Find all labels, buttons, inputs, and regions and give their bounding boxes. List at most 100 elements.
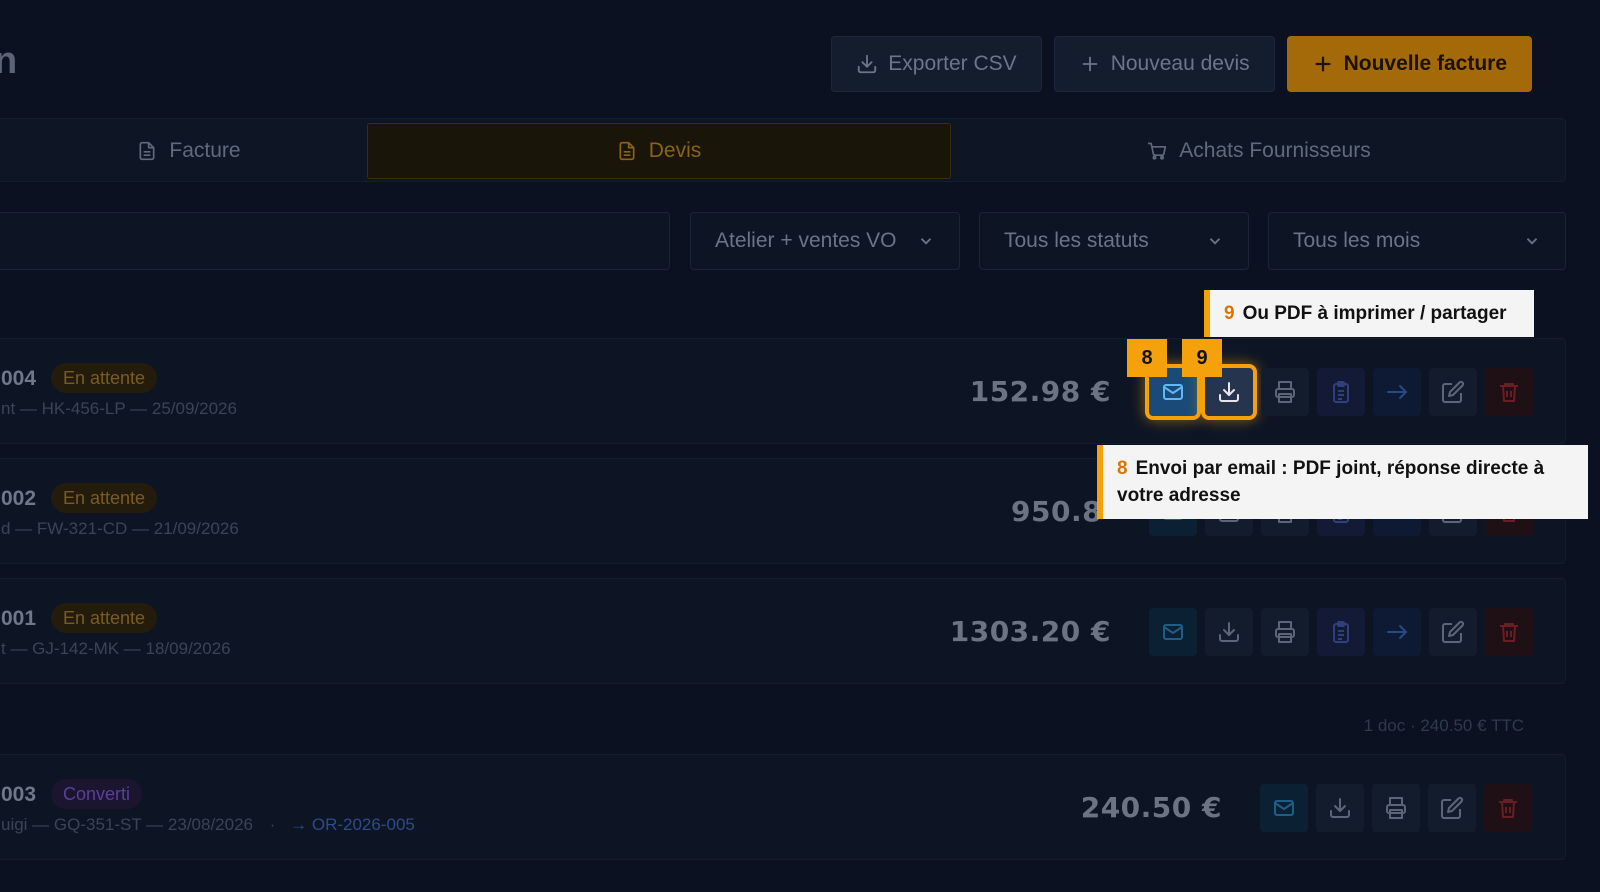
document-icon xyxy=(139,141,155,161)
download-icon xyxy=(1219,622,1239,642)
edit-button[interactable] xyxy=(1429,608,1477,656)
status-badge: En attente xyxy=(51,363,158,393)
delete-button[interactable] xyxy=(1485,608,1533,656)
table-row[interactable]: 001 En attente t — GJ-142-MK — 18/09/202… xyxy=(0,578,1566,684)
quote-details: t — GJ-142-MK — 18/09/2026 xyxy=(1,639,231,658)
status-filter-value: Tous les statuts xyxy=(1004,229,1149,252)
printer-icon xyxy=(1275,381,1295,403)
chevron-down-icon xyxy=(1209,238,1221,245)
plus-icon xyxy=(1082,56,1098,72)
step-marker-8: 8 xyxy=(1127,339,1167,377)
type-filter-select[interactable]: Atelier + ventes VO xyxy=(690,212,960,270)
table-row[interactable]: 004 En attente nt — HK-456-LP — 25/09/20… xyxy=(0,338,1566,444)
download-icon xyxy=(858,54,877,74)
row-actions xyxy=(1149,608,1533,656)
quote-details-text: uigi — GQ-351-ST — 23/08/2026 xyxy=(1,815,253,834)
tab-achats-fournisseurs[interactable]: Achats Fournisseurs xyxy=(959,123,1559,179)
search-input[interactable] xyxy=(0,212,670,270)
print-button[interactable] xyxy=(1261,608,1309,656)
header-actions: Exporter CSV Nouveau devis Nouvelle fact… xyxy=(831,36,1532,92)
convert-to-invoice-button[interactable] xyxy=(1373,608,1421,656)
group-summary: 1 doc · 240.50 € TTC xyxy=(1363,716,1524,735)
clipboard-icon xyxy=(1333,621,1349,643)
status-filter-select[interactable]: Tous les statuts xyxy=(979,212,1249,270)
tab-facture[interactable]: Facture xyxy=(1,123,377,179)
chevron-down-icon xyxy=(1526,238,1538,245)
trash-icon xyxy=(1500,623,1518,642)
new-invoice-button[interactable]: Nouvelle facture xyxy=(1286,36,1532,92)
tab-label: Facture xyxy=(169,139,241,162)
mail-icon xyxy=(1163,624,1183,640)
edit-icon xyxy=(1442,380,1465,403)
status-badge: Converti xyxy=(51,779,143,809)
convert-to-order-button[interactable] xyxy=(1317,608,1365,656)
email-button[interactable] xyxy=(1149,608,1197,656)
document-type-tabs: Facture Devis Achats Fournisseurs xyxy=(0,118,1566,182)
chevron-down-icon xyxy=(920,238,932,245)
export-csv-label: Exporter CSV xyxy=(888,52,1017,75)
download-icon xyxy=(1330,798,1350,818)
cart-icon xyxy=(1148,142,1167,160)
invoices-page: n Exporter CSV Nouveau devis Nouvelle fa… xyxy=(0,0,1600,892)
tab-label: Achats Fournisseurs xyxy=(1179,139,1371,162)
callout-number: 9 xyxy=(1224,303,1235,324)
callout-text: Envoi par email : PDF joint, réponse dir… xyxy=(1117,458,1545,506)
quote-details: nt — HK-456-LP — 25/09/2026 xyxy=(1,399,237,418)
quote-number: 001 xyxy=(1,607,37,630)
quote-details: d — FW-321-CD — 21/09/2026 xyxy=(1,519,239,538)
printer-icon xyxy=(1275,621,1295,643)
status-badge: En attente xyxy=(51,603,158,633)
clipboard-icon xyxy=(1333,381,1349,403)
delete-button[interactable] xyxy=(1485,368,1533,416)
quote-details: uigi — GQ-351-ST — 23/08/2026 · → OR-202… xyxy=(1,815,415,835)
download-pdf-button[interactable] xyxy=(1205,608,1253,656)
step-marker-9: 9 xyxy=(1182,339,1222,377)
order-link[interactable]: → OR-2026-005 xyxy=(290,815,415,834)
month-filter-value: Tous les mois xyxy=(1293,229,1421,252)
mail-icon xyxy=(1163,384,1183,400)
callout-step-8: 8 Envoi par email : PDF joint, réponse di… xyxy=(1097,445,1588,519)
page-title: n xyxy=(0,40,18,82)
status-badge: En attente xyxy=(51,483,158,513)
edit-button[interactable] xyxy=(1428,784,1476,832)
trash-icon xyxy=(1499,799,1517,818)
new-invoice-label: Nouvelle facture xyxy=(1343,52,1507,75)
quote-number: 002 xyxy=(1,487,37,510)
print-button[interactable] xyxy=(1372,784,1420,832)
quote-amount: 1303.20 € xyxy=(949,615,1111,648)
type-filter-value: Atelier + ventes VO xyxy=(715,229,897,252)
row-actions xyxy=(1260,784,1532,832)
new-quote-button[interactable]: Nouveau devis xyxy=(1053,36,1275,92)
callout-step-9: 9 Ou PDF à imprimer / partager xyxy=(1204,290,1534,337)
edit-button[interactable] xyxy=(1429,368,1477,416)
trash-icon xyxy=(1500,383,1518,402)
table-row[interactable]: 003 Converti uigi — GQ-351-ST — 23/08/20… xyxy=(0,754,1566,860)
quote-number: 003 xyxy=(1,783,37,806)
edit-icon xyxy=(1442,620,1465,643)
tab-label: Devis xyxy=(648,139,702,162)
delete-button[interactable] xyxy=(1484,784,1532,832)
edit-icon xyxy=(1441,796,1464,819)
callout-number: 8 xyxy=(1117,458,1128,479)
arrow-right-icon xyxy=(1387,625,1408,639)
quote-amount: 950.8 xyxy=(1011,495,1103,528)
email-button[interactable] xyxy=(1260,784,1308,832)
arrow-right-icon xyxy=(1387,385,1408,399)
export-csv-button[interactable]: Exporter CSV xyxy=(831,36,1042,92)
print-button[interactable] xyxy=(1261,368,1309,416)
download-pdf-button[interactable] xyxy=(1316,784,1364,832)
quote-amount: 240.50 € xyxy=(1080,791,1222,824)
tab-devis[interactable]: Devis xyxy=(367,123,951,179)
plus-icon xyxy=(1315,56,1331,72)
link-separator: · xyxy=(269,815,276,834)
callout-text: Ou PDF à imprimer / partager xyxy=(1242,303,1507,324)
printer-icon xyxy=(1386,797,1406,819)
quote-number: 004 xyxy=(1,367,37,390)
convert-to-invoice-button[interactable] xyxy=(1373,368,1421,416)
download-icon xyxy=(1219,382,1239,402)
quote-amount: 152.98 € xyxy=(969,375,1111,408)
new-quote-label: Nouveau devis xyxy=(1110,52,1250,75)
mail-icon xyxy=(1274,800,1294,816)
convert-to-order-button[interactable] xyxy=(1317,368,1365,416)
month-filter-select[interactable]: Tous les mois xyxy=(1268,212,1566,270)
